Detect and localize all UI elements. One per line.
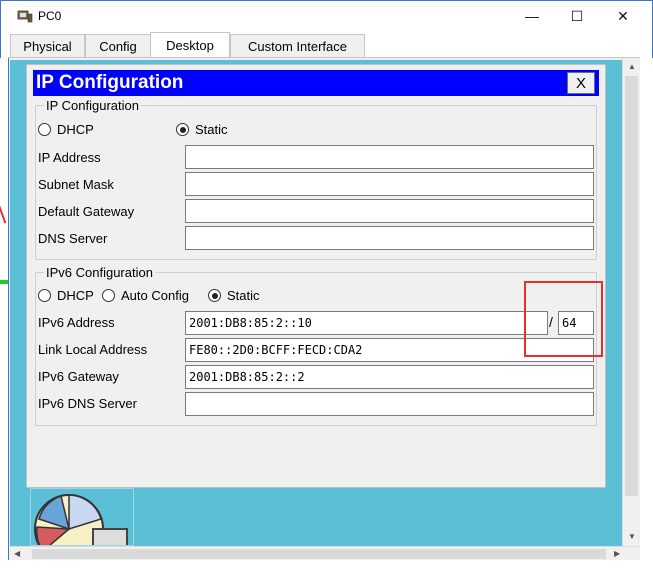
scroll-left-icon[interactable]: ◀ [14,549,20,558]
ipv6-dhcp-label: DHCP [57,288,94,303]
horizontal-scrollbar[interactable]: ◀ ▶ [10,546,640,560]
vertical-scroll-thumb[interactable] [625,76,638,496]
subnet-mask-label: Subnet Mask [38,177,114,192]
default-gateway-label: Default Gateway [38,204,135,219]
ipv4-group-title: IP Configuration [44,98,141,113]
topology-link-red [0,198,7,224]
ip-address-input[interactable] [185,145,594,169]
dialog-title: IP Configuration [33,70,599,96]
ipv6-static-label: Static [227,288,260,303]
topology-link-green [0,280,8,284]
maximize-icon: ☐ [570,7,584,24]
ipv6-address-label: IPv6 Address [38,315,115,330]
radio-unchecked-icon [102,289,115,302]
ipv6-dns-server-label: IPv6 DNS Server [38,396,137,411]
ipv4-static-label: Static [195,122,228,137]
close-window-button[interactable]: ✕ [600,1,646,31]
ipv6-auto-config-radio[interactable]: Auto Config [102,288,189,303]
radio-unchecked-icon [38,289,51,302]
radio-checked-icon [176,123,189,136]
maximize-button[interactable]: ☐ [554,1,600,31]
ipv6-gateway-label: IPv6 Gateway [38,369,119,384]
ipv6-auto-config-label: Auto Config [121,288,189,303]
radio-unchecked-icon [38,123,51,136]
minimize-icon: — [525,8,539,24]
horizontal-scroll-thumb[interactable] [32,549,606,559]
pie-chart-app-icon [34,494,128,545]
subnet-mask-input[interactable] [185,172,594,196]
dns-server-label: DNS Server [38,231,108,246]
vertical-scrollbar[interactable]: ▲ ▼ [622,58,640,546]
ipv6-group-title: IPv6 Configuration [44,265,155,280]
scroll-down-icon[interactable]: ▼ [628,532,636,541]
ipv6-gateway-input[interactable]: 2001:DB8:85:2::2 [185,365,594,389]
ipv6-dhcp-radio[interactable]: DHCP [38,288,94,303]
link-local-address-label: Link Local Address [38,342,148,357]
default-gateway-input[interactable] [185,199,594,223]
close-icon: ✕ [617,7,629,24]
ipv6-address-input[interactable]: 2001:DB8:85:2::10 [185,311,548,335]
packet-tracer-pc-icon [17,10,33,23]
tab-physical[interactable]: Physical [10,34,85,58]
window-title: PC0 [38,9,62,23]
desktop-app-icon[interactable] [30,488,134,546]
ipv6-static-radio[interactable]: Static [208,288,260,303]
dns-server-input[interactable] [185,226,594,250]
tab-custom-interface[interactable]: Custom Interface [230,34,365,58]
tab-config[interactable]: Config [85,34,151,58]
ip-address-label: IP Address [38,150,101,165]
minimize-button[interactable]: — [509,1,555,31]
tab-bar: Physical Config Desktop Custom Interface [0,31,653,58]
window-titlebar: PC0 — ☐ ✕ [0,0,653,31]
tab-desktop[interactable]: Desktop [150,32,230,58]
dialog-close-button[interactable]: X [567,72,595,94]
scroll-up-icon[interactable]: ▲ [628,62,636,71]
ipv4-dhcp-radio[interactable]: DHCP [38,122,94,137]
prefix-highlight-box [524,281,603,357]
radio-checked-icon [208,289,221,302]
ipv6-dns-server-input[interactable] [185,392,594,416]
ipv4-dhcp-label: DHCP [57,122,94,137]
ipv4-static-radio[interactable]: Static [176,122,228,137]
scroll-right-icon[interactable]: ▶ [614,549,620,558]
